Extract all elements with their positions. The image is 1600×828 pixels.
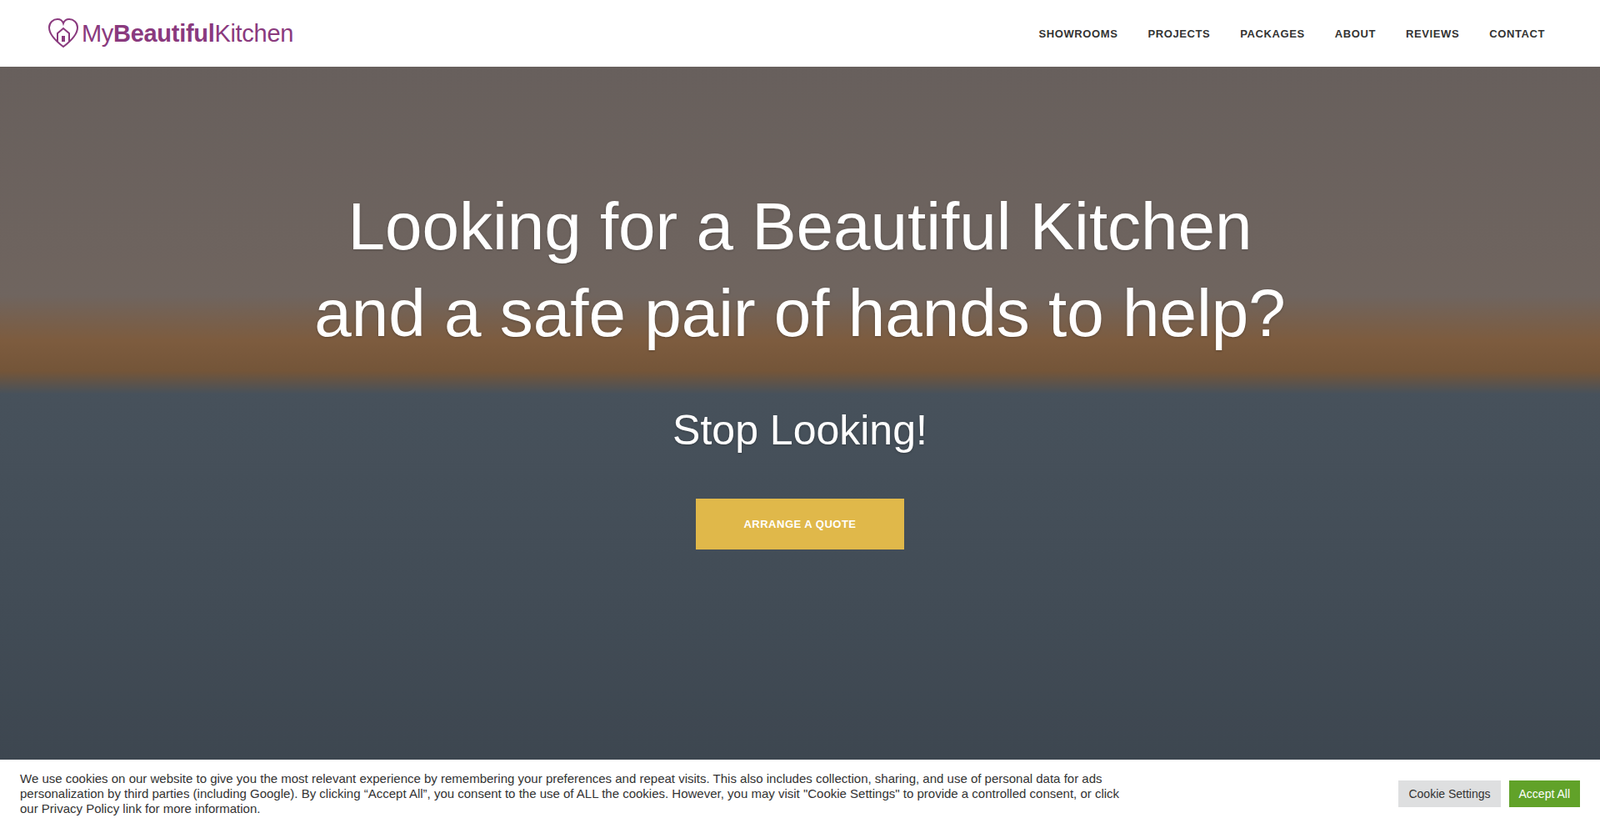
hero-subtitle: Stop Looking! — [672, 403, 928, 457]
arrange-quote-button[interactable]: ARRANGE A QUOTE — [695, 498, 905, 550]
nav-item[interactable]: PROJECTS — [1147, 27, 1210, 40]
hero-title: Looking for a Beautiful Kitchenand a saf… — [314, 183, 1285, 357]
logo[interactable]: MyBeautifulKitchen — [46, 16, 294, 50]
page: MyBeautifulKitchen SHOWROOMS PROJECTS PACKA… — [0, 0, 1600, 828]
cookie-bar: We use cookies on our website to give yo… — [0, 759, 1600, 828]
nav-item[interactable]: REVIEWS — [1405, 27, 1460, 40]
logo-text: MyBeautifulKitchen — [81, 20, 294, 48]
cookie-button[interactable]: Cookie Settings — [1398, 780, 1500, 807]
nav-item[interactable]: ABOUT — [1335, 27, 1376, 40]
hero-title-line: Looking for a Beautiful Kitchen — [314, 183, 1285, 270]
nav-item[interactable]: CONTACT — [1489, 27, 1545, 40]
heart-house-icon — [46, 16, 80, 50]
cookie-button[interactable]: Accept All — [1509, 780, 1580, 807]
main-nav: SHOWROOMS PROJECTS PACKAGES ABOUT REVIEWS CON… — [1038, 27, 1545, 40]
cookie-text: We use cookies on our website to give yo… — [20, 770, 1137, 816]
cookie-buttons: Cookie Settings Accept All — [1398, 780, 1580, 807]
hero: Looking for a Beautiful Kitchenand a saf… — [0, 66, 1600, 828]
nav-item[interactable]: SHOWROOMS — [1038, 27, 1118, 40]
site-header: MyBeautifulKitchen SHOWROOMS PROJECTS PACKA… — [0, 0, 1600, 67]
hero-title-line: and a safe pair of hands to help? — [314, 270, 1285, 357]
hero-content: Looking for a Beautiful Kitchenand a saf… — [0, 66, 1600, 550]
nav-item[interactable]: PACKAGES — [1240, 27, 1305, 40]
